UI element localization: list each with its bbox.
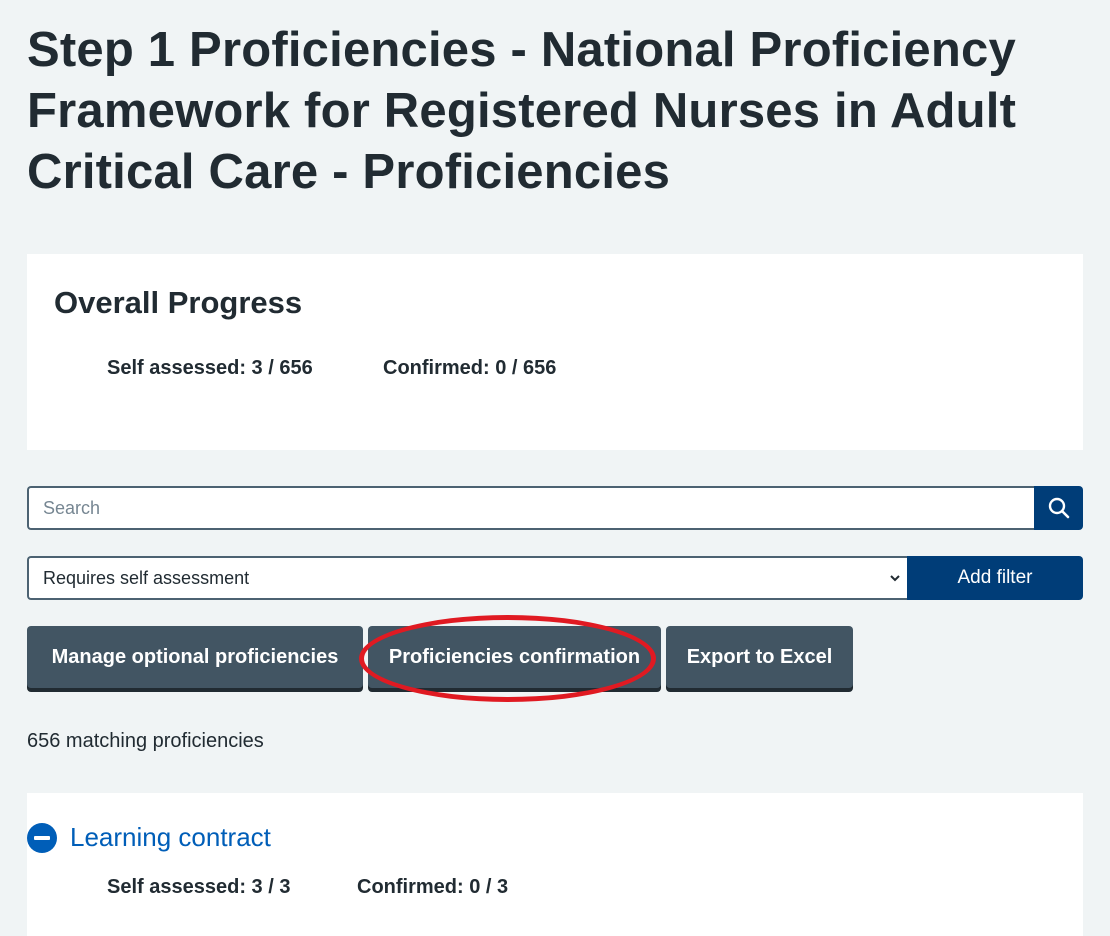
proficiencies-confirmation-button[interactable]: Proficiencies confirmation (368, 626, 661, 688)
chevron-down-icon (890, 575, 900, 582)
learning-contract-card (27, 793, 1083, 936)
learning-contract-toggle[interactable]: Learning contract (27, 822, 271, 853)
search-icon (1048, 497, 1069, 519)
add-filter-button[interactable]: Add filter (907, 556, 1083, 600)
section-self-assessed: Self assessed: 3 / 3 (107, 876, 291, 898)
section-confirmed: Confirmed: 0 / 3 (357, 876, 509, 898)
matching-count: 656 matching proficiencies (27, 730, 264, 752)
export-to-excel-button[interactable]: Export to Excel (666, 626, 853, 688)
search-input[interactable] (27, 486, 1034, 530)
manage-optional-proficiencies-button[interactable]: Manage optional proficiencies (27, 626, 363, 688)
minus-circle-icon (27, 822, 57, 853)
filter-row: Requires self assessment Add filter (27, 556, 1083, 600)
filter-select[interactable]: Requires self assessment (27, 556, 908, 600)
learning-contract-title: Learning contract (70, 822, 271, 852)
search-button[interactable] (1034, 486, 1083, 530)
filter-selected-value: Requires self assessment (43, 567, 250, 588)
search-bar (27, 486, 1083, 530)
